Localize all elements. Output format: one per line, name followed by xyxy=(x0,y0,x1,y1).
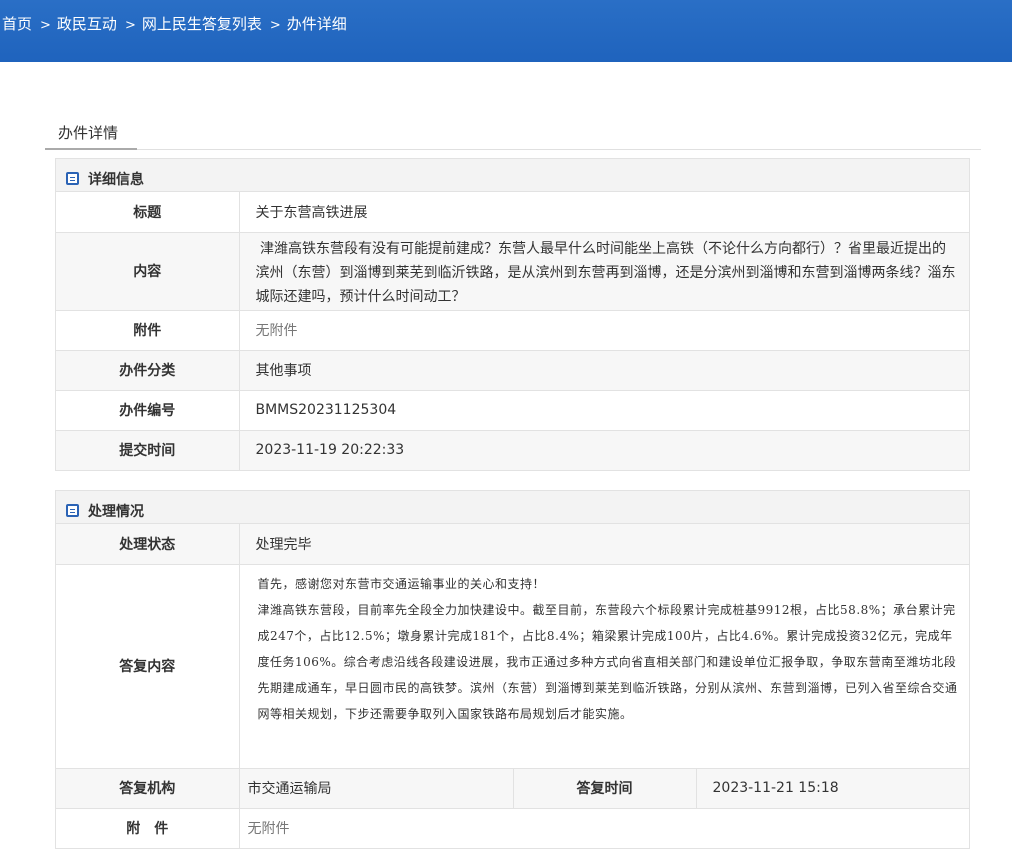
list-box-icon xyxy=(66,172,79,185)
table-row: 处理状态 处理完毕 xyxy=(56,524,969,564)
processing-panel: 处理情况 处理状态 处理完毕 答复内容 首先，感谢您对东营市交通运输事业的关心和… xyxy=(55,490,970,849)
table-row: 标题 关于东营高铁进展 xyxy=(56,192,969,232)
detail-panel-header: 详细信息 xyxy=(56,159,969,192)
reply-org-label: 答复机构 xyxy=(56,767,240,808)
status-value: 处理完毕 xyxy=(239,524,969,564)
reply-org-value: 市交通运输局 xyxy=(239,767,514,808)
reply-attachment-label: 附 件 xyxy=(56,807,240,848)
submit-time-label: 提交时间 xyxy=(56,429,240,470)
breadcrumb-separator: > xyxy=(269,18,281,33)
tab-row: 办件详情 xyxy=(45,120,981,150)
reply-content: 首先，感谢您对东营市交通运输事业的关心和支持！ 津潍高铁东营段，目前率先全段全力… xyxy=(239,563,969,768)
detail-panel-title: 详细信息 xyxy=(88,171,144,188)
category-value: 其他事项 xyxy=(239,349,969,390)
title-label: 标题 xyxy=(56,192,240,232)
submit-time-value: 2023-11-19 20:22:33 xyxy=(239,429,969,470)
breadcrumb-separator: > xyxy=(40,18,51,33)
breadcrumb-home[interactable]: 首页 xyxy=(2,15,32,33)
breadcrumb-bar: 首页 > 政民互动 > 网上民生答复列表 > 办件详细 xyxy=(0,0,1012,62)
table-row: 内容 津潍高铁东营段有没有可能提前建成？东营人最早什么时间能坐上高铁（不论什么方… xyxy=(56,231,969,310)
table-row: 办件分类 其他事项 xyxy=(56,349,969,390)
breadcrumb-current: 办件详细 xyxy=(286,15,347,33)
detail-table: 标题 关于东营高铁进展 内容 津潍高铁东营段有没有可能提前建成？东营人最早什么时… xyxy=(56,192,969,470)
reply-paragraph: 首先，感谢您对东营市交通运输事业的关心和支持！ xyxy=(257,576,546,591)
table-row: 附件 无附件 xyxy=(56,309,969,350)
number-value: BMMS20231125304 xyxy=(239,389,969,430)
reply-time-label: 答复时间 xyxy=(513,767,697,808)
reply-attachment-value: 无附件 xyxy=(239,807,969,848)
title-value: 关于东营高铁进展 xyxy=(255,204,368,221)
processing-panel-header: 处理情况 xyxy=(56,491,969,524)
attachment-value: 无附件 xyxy=(239,309,969,350)
attachment-label: 附件 xyxy=(56,309,240,350)
processing-table: 处理状态 处理完毕 答复内容 首先，感谢您对东营市交通运输事业的关心和支持！ 津… xyxy=(56,524,969,848)
breadcrumb-separator: > xyxy=(124,18,136,33)
breadcrumb-interaction[interactable]: 政民互动 xyxy=(57,15,117,33)
category-label: 办件分类 xyxy=(56,349,240,390)
table-row: 办件编号 BMMS20231125304 xyxy=(56,389,969,430)
processing-panel-title: 处理情况 xyxy=(88,503,144,520)
content-label: 内容 xyxy=(56,231,240,310)
detail-panel: 详细信息 标题 关于东营高铁进展 内容 津潍高铁东营段有没有可能提前建成？东营人… xyxy=(55,158,970,471)
tab-case-detail[interactable]: 办件详情 xyxy=(45,120,137,150)
table-row: 答复机构 市交通运输局 答复时间 2023-11-21 15:18 xyxy=(56,767,969,808)
content-value: 津潍高铁东营段有没有可能提前建成？东营人最早什么时间能坐上高铁（不论什么方向都行… xyxy=(239,231,969,310)
list-box-icon xyxy=(66,504,79,517)
reply-label: 答复内容 xyxy=(56,563,240,768)
table-row: 附 件 无附件 xyxy=(56,807,969,848)
breadcrumb-reply-list[interactable]: 网上民生答复列表 xyxy=(142,15,262,33)
status-label: 处理状态 xyxy=(56,524,240,564)
table-row: 提交时间 2023-11-19 20:22:33 xyxy=(56,429,969,470)
number-label: 办件编号 xyxy=(56,389,240,430)
reply-paragraph: 津潍高铁东营段，目前率先全段全力加快建设中。截至目前，东营段六个标段累计完成桩基… xyxy=(257,602,958,721)
table-row: 答复内容 首先，感谢您对东营市交通运输事业的关心和支持！ 津潍高铁东营段，目前率… xyxy=(56,563,969,768)
reply-time-value: 2023-11-21 15:18 xyxy=(696,767,969,808)
